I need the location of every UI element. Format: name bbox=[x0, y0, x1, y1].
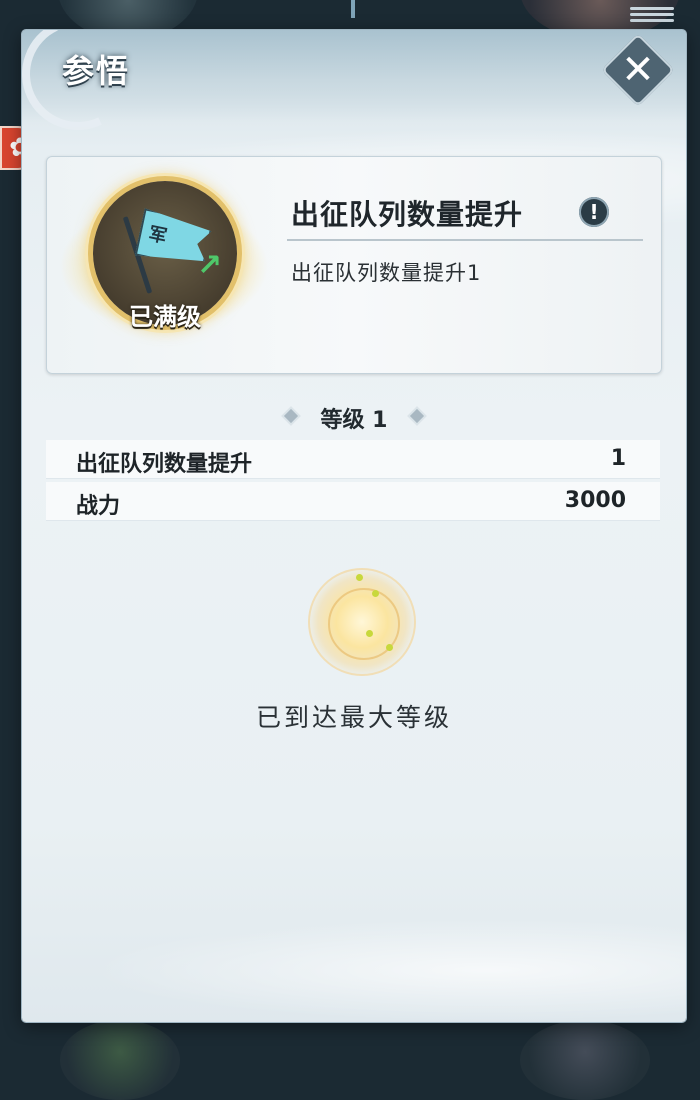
spark bbox=[366, 630, 373, 637]
talent-description: 出征队列数量提升1 bbox=[291, 261, 482, 285]
panel-title: 参悟 bbox=[62, 52, 131, 90]
stat-value: 1 bbox=[610, 446, 626, 471]
spark bbox=[356, 574, 363, 581]
close-icon[interactable]: ✕ bbox=[612, 44, 664, 96]
stat-row: 出征队列数量提升 1 bbox=[46, 440, 660, 479]
info-icon[interactable]: ! bbox=[579, 197, 609, 227]
mist-decoration bbox=[22, 910, 686, 1022]
level-heading: 等级 1 bbox=[320, 408, 388, 433]
background-pin bbox=[351, 0, 355, 18]
talent-card: 军 ↗ 已满级 出征队列数量提升 ! 出征队列数量提升1 bbox=[46, 156, 662, 374]
comprehension-panel: 参悟 ✕ 军 ↗ 已满级 出征队列数量提升 ! 出征队列数量提升1 等级 1 出… bbox=[22, 30, 686, 1022]
max-level-label: 已满级 bbox=[129, 303, 201, 331]
background-icon-bottom-right bbox=[520, 1020, 650, 1100]
menu-icon bbox=[630, 4, 674, 24]
talent-name: 出征队列数量提升 bbox=[291, 198, 524, 231]
stat-row: 战力 3000 bbox=[46, 482, 660, 521]
stat-value: 3000 bbox=[564, 488, 626, 513]
background-icon-bottom-left bbox=[60, 1020, 180, 1100]
spark bbox=[372, 590, 379, 597]
spark bbox=[386, 644, 393, 651]
stat-label: 出征队列数量提升 bbox=[76, 452, 253, 477]
max-level-message: 已到达最大等级 bbox=[255, 703, 452, 732]
upgrade-arrow-icon: ↗ bbox=[197, 248, 223, 283]
divider bbox=[287, 239, 643, 241]
stat-label: 战力 bbox=[76, 494, 121, 519]
